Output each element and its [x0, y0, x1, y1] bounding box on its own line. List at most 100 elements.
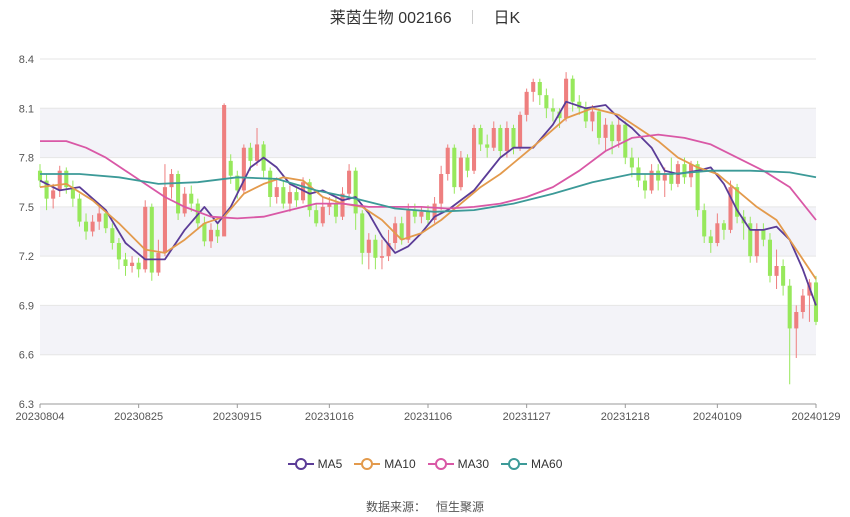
candle-body — [202, 223, 207, 242]
candle-body — [189, 193, 194, 204]
candle-body — [708, 236, 713, 243]
candle-body — [103, 213, 108, 229]
candle-body — [136, 262, 141, 270]
x-tick-label: 20230825 — [114, 411, 163, 423]
candle-body — [169, 174, 174, 188]
candle-body — [610, 124, 615, 142]
grid-band — [40, 108, 816, 158]
candle-body — [570, 78, 575, 102]
candle-body — [254, 144, 260, 161]
candle-body — [616, 124, 621, 142]
x-tick-label: 20230804 — [16, 411, 65, 423]
legend-marker-icon — [501, 458, 528, 470]
data-source: 数据来源： 恒生聚源 — [0, 498, 850, 515]
candle-body — [149, 206, 154, 273]
candle-body — [491, 128, 496, 148]
candle-body — [590, 111, 595, 122]
candle-body — [662, 174, 667, 181]
candle-body — [208, 229, 214, 242]
legend-item-ma30[interactable]: MA30 — [427, 457, 490, 471]
candle-body — [110, 228, 115, 243]
candle-body — [77, 198, 82, 222]
candle-body — [702, 210, 707, 237]
candle-body — [274, 187, 279, 197]
candle-body — [333, 203, 338, 217]
legend-item-ma10[interactable]: MA10 — [354, 457, 416, 471]
legend-marker-icon — [354, 458, 381, 470]
candle-body — [156, 252, 161, 273]
candle-body — [550, 108, 555, 112]
y-tick-label: 6.3 — [19, 399, 34, 411]
candle-body — [656, 170, 661, 181]
x-tick-label: 20231127 — [503, 411, 551, 423]
legend-item-ma5[interactable]: MA5 — [287, 457, 342, 471]
candle-body — [425, 211, 431, 220]
candle-body — [439, 174, 444, 204]
y-tick-label: 6.9 — [19, 300, 34, 312]
source-label: 数据来源： — [365, 500, 426, 514]
candle-body — [596, 111, 602, 138]
candle-body — [379, 256, 385, 258]
candle-body — [524, 91, 529, 115]
candle-body — [781, 266, 786, 286]
candle-body — [37, 170, 43, 181]
candle-body — [248, 147, 253, 161]
legend: MA5 MA10 MA30 MA60 — [0, 457, 850, 471]
candle-body — [642, 180, 648, 191]
candle-body — [721, 223, 726, 230]
candle-body — [787, 285, 792, 329]
x-tick-label: 20231218 — [601, 411, 650, 423]
candle-body — [761, 229, 766, 240]
candle-body — [360, 213, 365, 253]
candle-body — [767, 239, 773, 276]
candle-body — [458, 157, 463, 188]
candle-body — [485, 144, 490, 148]
candle-body — [511, 128, 516, 148]
legend-label: MA30 — [457, 457, 490, 471]
grid-band — [40, 305, 816, 355]
candle-body — [228, 160, 233, 176]
candle-body — [465, 157, 470, 171]
candle-body — [347, 170, 352, 194]
candle-body — [130, 262, 135, 266]
y-tick-label: 7.5 — [19, 202, 34, 214]
candle-body — [320, 206, 325, 224]
candle-body — [97, 213, 102, 222]
candle-body — [116, 243, 121, 260]
candle-body — [715, 223, 720, 243]
x-tick-label: 20230915 — [213, 411, 262, 423]
candle-body — [452, 147, 457, 188]
x-tick-label: 20231016 — [305, 411, 354, 423]
candle-body — [353, 170, 358, 214]
candle-body — [314, 210, 319, 224]
x-tick-label: 20240109 — [693, 411, 742, 423]
candle-body — [182, 193, 187, 214]
source-value: 恒生聚源 — [436, 500, 485, 514]
candle-body — [281, 187, 286, 204]
candle-body — [504, 128, 509, 151]
candle-body — [774, 266, 779, 276]
candle-body — [564, 78, 569, 119]
candle-body — [478, 128, 483, 145]
candle-body — [123, 259, 128, 266]
candle-body — [518, 114, 523, 148]
y-tick-label: 7.8 — [19, 153, 34, 165]
candle-body — [603, 124, 608, 138]
candle-body — [176, 174, 181, 214]
candle-body — [531, 82, 536, 92]
candle-body — [800, 295, 805, 312]
legend-marker-icon — [427, 458, 454, 470]
candlestick-chart: 6.3 6.6 6.9 7.2 7.5 7.8 8.1 8.4 20230804 20230825… — [16, 54, 841, 423]
candle-body — [754, 229, 759, 257]
candle-body — [406, 210, 411, 240]
y-tick-label: 8.1 — [19, 103, 34, 115]
y-tick-label: 6.6 — [19, 350, 34, 362]
candle-body — [287, 192, 292, 204]
legend-item-ma60[interactable]: MA60 — [501, 457, 562, 471]
candle-body — [366, 239, 371, 253]
y-tick-label: 7.2 — [19, 251, 34, 263]
x-tick-label: 20231106 — [404, 411, 452, 423]
candle-body — [215, 229, 220, 237]
x-tick-label: 20240129 — [792, 411, 841, 423]
candle-body — [294, 192, 299, 201]
